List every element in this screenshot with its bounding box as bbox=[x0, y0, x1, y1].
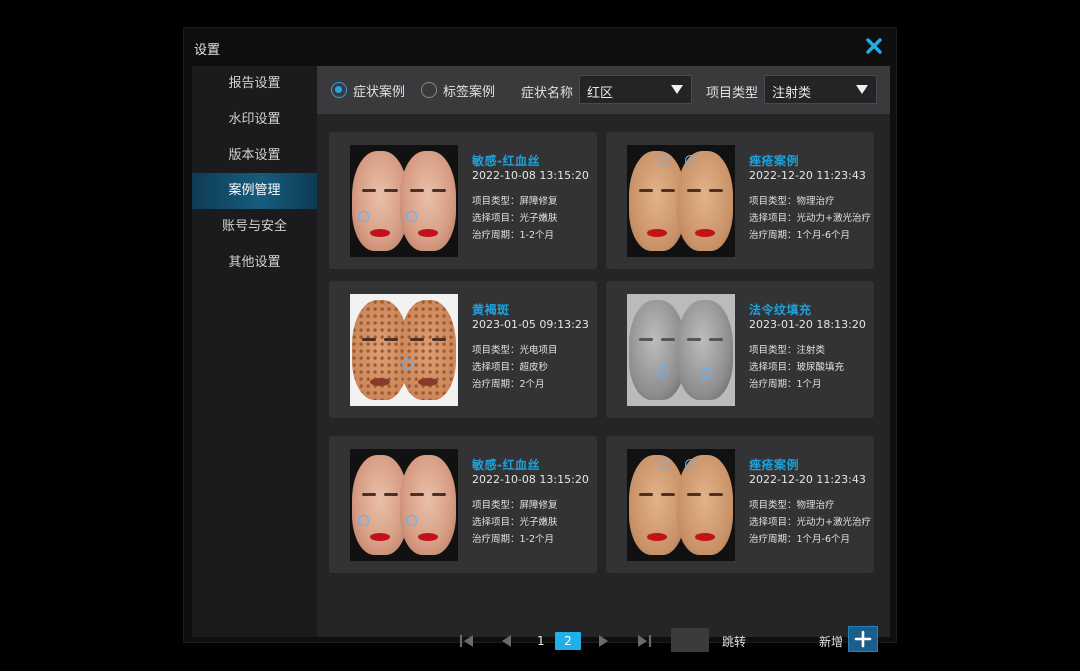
case-card[interactable]: 敏感-红血丝 2022-10-08 13:15:20 项目类型：屏障修复 选择项… bbox=[329, 436, 597, 573]
case-card[interactable]: 敏感-红血丝 2022-10-08 13:15:20 项目类型：屏障修复 选择项… bbox=[329, 132, 597, 269]
case-project-type: 项目类型：屏障修复 bbox=[472, 500, 558, 511]
case-date: 2022-10-08 13:15:20 bbox=[472, 473, 589, 486]
settings-sidebar: 报告设置 水印设置 版本设置 案例管理 账号与安全 其他设置 bbox=[192, 66, 317, 637]
face-right-image bbox=[400, 300, 456, 400]
case-treatment-period: 治疗周期：1个月-6个月 bbox=[749, 534, 851, 545]
face-right-image bbox=[677, 151, 733, 251]
add-case-label: 新增 bbox=[819, 635, 844, 649]
case-card[interactable]: 黄褐斑 2023-01-05 09:13:23 项目类型：光电项目 选择项目：超… bbox=[329, 281, 597, 418]
case-date: 2023-01-20 18:13:20 bbox=[749, 318, 866, 331]
case-title: 痤疮案例 bbox=[749, 458, 800, 472]
prev-page-icon[interactable] bbox=[499, 629, 513, 653]
face-right-image bbox=[677, 300, 733, 400]
project-type-label: 项目类型 bbox=[706, 86, 759, 101]
plus-icon bbox=[854, 630, 872, 648]
case-date: 2023-01-05 09:13:23 bbox=[472, 318, 589, 331]
page-number-2-current[interactable]: 2 bbox=[555, 632, 581, 650]
case-treatment-period: 治疗周期：2个月 bbox=[472, 379, 545, 390]
case-project-type: 项目类型：注射类 bbox=[749, 345, 826, 356]
sidebar-item-watermark-settings[interactable]: 水印设置 bbox=[192, 102, 317, 138]
close-icon[interactable] bbox=[864, 36, 884, 56]
sidebar-item-account-security[interactable]: 账号与安全 bbox=[192, 209, 317, 245]
project-type-select[interactable]: 注射类 bbox=[764, 75, 877, 104]
symptom-name-select[interactable]: 红区 bbox=[579, 75, 692, 104]
case-treatment-period: 治疗周期：1个月-6个月 bbox=[749, 230, 851, 241]
case-selected-project: 选择项目：光动力+激光治疗 bbox=[749, 517, 871, 528]
case-treatment-period: 治疗周期：1个月 bbox=[749, 379, 822, 390]
sidebar-item-other-settings[interactable]: 其他设置 bbox=[192, 245, 317, 281]
case-card[interactable]: 痤疮案例 2022-12-20 11:23:43 项目类型：物理治疗 选择项目：… bbox=[606, 132, 874, 269]
settings-dialog: 设置 报告设置 水印设置 版本设置 案例管理 账号与安全 其他设置 症状案例 标… bbox=[183, 27, 897, 652]
add-case-button[interactable] bbox=[848, 626, 878, 652]
case-date: 2022-10-08 13:15:20 bbox=[472, 169, 589, 182]
symptom-name-label: 症状名称 bbox=[521, 86, 574, 101]
case-title: 黄褐斑 bbox=[472, 303, 510, 317]
radio-symptom-case[interactable]: 症状案例 bbox=[331, 80, 405, 100]
radio-symptom-label: 症状案例 bbox=[353, 84, 406, 100]
case-selected-project: 选择项目：光子嫩肤 bbox=[472, 213, 558, 224]
case-project-type: 项目类型：物理治疗 bbox=[749, 196, 835, 207]
case-selected-project: 选择项目：超皮秒 bbox=[472, 362, 549, 373]
case-treatment-period: 治疗周期：1-2个月 bbox=[472, 534, 555, 545]
case-title: 痤疮案例 bbox=[749, 154, 800, 168]
case-treatment-period: 治疗周期：1-2个月 bbox=[472, 230, 555, 241]
radio-checked-icon bbox=[331, 82, 347, 98]
case-thumbnail bbox=[627, 145, 735, 257]
face-right-image bbox=[400, 455, 456, 555]
case-card[interactable]: 法令纹填充 2023-01-20 18:13:20 项目类型：注射类 选择项目：… bbox=[606, 281, 874, 418]
jump-button[interactable]: 跳转 bbox=[722, 633, 746, 650]
case-title: 法令纹填充 bbox=[749, 303, 812, 317]
face-right-image bbox=[677, 455, 733, 555]
case-date: 2022-12-20 11:23:43 bbox=[749, 169, 866, 182]
case-title: 敏感-红血丝 bbox=[472, 458, 540, 472]
case-project-type: 项目类型：物理治疗 bbox=[749, 500, 835, 511]
case-date: 2022-12-20 11:23:43 bbox=[749, 473, 866, 486]
radio-tag-case[interactable]: 标签案例 bbox=[421, 80, 495, 100]
case-project-type: 项目类型：屏障修复 bbox=[472, 196, 558, 207]
case-thumbnail bbox=[350, 145, 458, 257]
case-selected-project: 选择项目：玻尿酸填充 bbox=[749, 362, 845, 373]
sidebar-item-case-management[interactable]: 案例管理 bbox=[192, 173, 317, 209]
case-selected-project: 选择项目：光动力+激光治疗 bbox=[749, 213, 871, 224]
last-page-icon[interactable] bbox=[635, 629, 653, 653]
radio-unchecked-icon bbox=[421, 82, 437, 98]
symptom-name-value: 红区 bbox=[587, 86, 614, 101]
case-thumbnail bbox=[350, 449, 458, 561]
sidebar-item-report-settings[interactable]: 报告设置 bbox=[192, 66, 317, 102]
filter-bar: 症状案例 标签案例 症状名称 红区 项目类型 注射类 bbox=[317, 66, 890, 114]
case-management-panel: 症状案例 标签案例 症状名称 红区 项目类型 注射类 敏感-红血丝 2022-1… bbox=[317, 66, 890, 652]
radio-tag-label: 标签案例 bbox=[443, 84, 496, 100]
jump-page-input[interactable] bbox=[671, 628, 709, 652]
sidebar-item-version-settings[interactable]: 版本设置 bbox=[192, 138, 317, 174]
face-right-image bbox=[400, 151, 456, 251]
next-page-icon[interactable] bbox=[597, 629, 611, 653]
case-card[interactable]: 痤疮案例 2022-12-20 11:23:43 项目类型：物理治疗 选择项目：… bbox=[606, 436, 874, 573]
dialog-title: 设置 bbox=[194, 43, 221, 58]
case-title: 敏感-红血丝 bbox=[472, 154, 540, 168]
first-page-icon[interactable] bbox=[458, 629, 476, 653]
dropdown-arrow-icon bbox=[671, 85, 683, 94]
case-project-type: 项目类型：光电项目 bbox=[472, 345, 558, 356]
project-type-value: 注射类 bbox=[772, 86, 812, 101]
case-thumbnail bbox=[627, 294, 735, 406]
dropdown-arrow-icon bbox=[856, 85, 868, 94]
case-thumbnail bbox=[350, 294, 458, 406]
case-selected-project: 选择项目：光子嫩肤 bbox=[472, 517, 558, 528]
case-thumbnail bbox=[627, 449, 735, 561]
page-number-1[interactable]: 1 bbox=[537, 632, 545, 650]
